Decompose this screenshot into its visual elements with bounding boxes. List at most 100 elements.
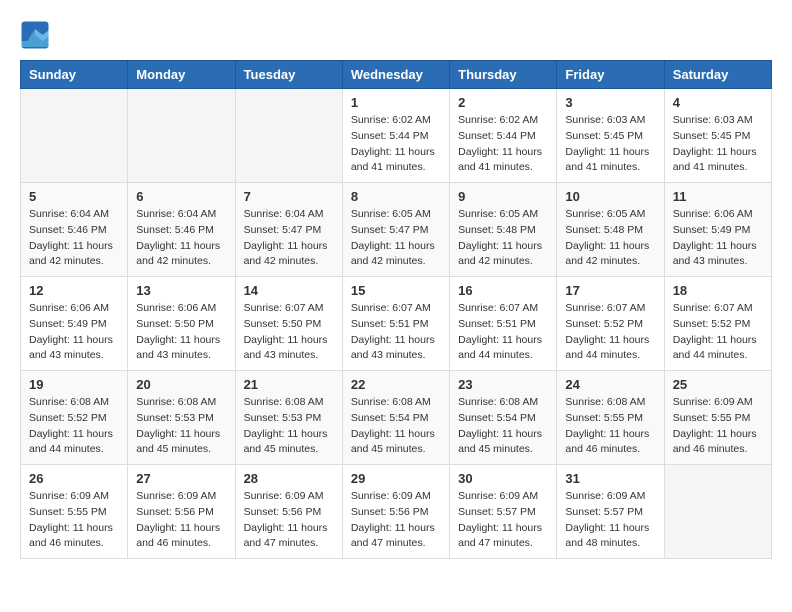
calendar-cell: 20 Sunrise: 6:08 AMSunset: 5:53 PMDayligh… [128,371,235,465]
calendar-cell: 9Sunrise: 6:05 AMSunset: 5:48 PMDaylight… [450,183,557,277]
calendar-cell: 7 Sunrise: 6:04 AMSunset: 5:47 PMDaylight… [235,183,342,277]
day-info: Sunrise: 6:07 AMSunset: 5:50 PMDaylight:… [244,301,334,364]
calendar-cell: 3 Sunrise: 6:03 AMSunset: 5:45 PMDaylight… [557,89,664,183]
day-info: Sunrise: 6:09 AMSunset: 5:56 PMDaylight:… [351,489,441,552]
day-header-monday: Monday [128,61,235,89]
day-info: Sunrise: 6:04 AMSunset: 5:46 PMDaylight:… [136,207,226,270]
calendar-cell [664,465,771,559]
calendar-cell: 21 Sunrise: 6:08 AMSunset: 5:53 PMDayligh… [235,371,342,465]
day-number: 13 [136,283,226,298]
calendar-cell: 8Sunrise: 6:05 AMSunset: 5:47 PMDaylight… [342,183,449,277]
day-info: Sunrise: 6:05 AMSunset: 5:48 PMDaylight:… [565,207,655,270]
calendar-cell: 13 Sunrise: 6:06 AMSunset: 5:50 PMDayligh… [128,277,235,371]
logo-icon [20,20,50,50]
calendar-cell: 23 Sunrise: 6:08 AMSunset: 5:54 PMDayligh… [450,371,557,465]
week-row-2: 5 Sunrise: 6:04 AMSunset: 5:46 PMDaylight… [21,183,772,277]
calendar-cell: 11Sunrise: 6:06 AMSunset: 5:49 PMDayligh… [664,183,771,277]
calendar-cell: 17 Sunrise: 6:07 AMSunset: 5:52 PMDayligh… [557,277,664,371]
day-number: 14 [244,283,334,298]
day-number: 6 [136,189,226,204]
calendar-cell: 15 Sunrise: 6:07 AMSunset: 5:51 PMDayligh… [342,277,449,371]
calendar-cell: 6 Sunrise: 6:04 AMSunset: 5:46 PMDaylight… [128,183,235,277]
day-info: Sunrise: 6:04 AMSunset: 5:47 PMDaylight:… [244,207,334,270]
day-number: 11 [673,189,763,204]
week-row-4: 19 Sunrise: 6:08 AMSunset: 5:52 PMDayligh… [21,371,772,465]
day-number: 3 [565,95,655,110]
day-info: Sunrise: 6:06 AMSunset: 5:49 PMDaylight:… [29,301,119,364]
calendar-cell: 28 Sunrise: 6:09 AMSunset: 5:56 PMDayligh… [235,465,342,559]
day-number: 25 [673,377,763,392]
day-number: 24 [565,377,655,392]
calendar-cell [128,89,235,183]
calendar-cell: 14 Sunrise: 6:07 AMSunset: 5:50 PMDayligh… [235,277,342,371]
day-header-tuesday: Tuesday [235,61,342,89]
calendar-cell: 27Sunrise: 6:09 AMSunset: 5:56 PMDayligh… [128,465,235,559]
calendar-cell: 31 Sunrise: 6:09 AMSunset: 5:57 PMDayligh… [557,465,664,559]
day-header-friday: Friday [557,61,664,89]
day-number: 18 [673,283,763,298]
page-header [20,20,772,50]
day-info: Sunrise: 6:07 AMSunset: 5:51 PMDaylight:… [458,301,548,364]
day-info: Sunrise: 6:08 AMSunset: 5:53 PMDaylight:… [244,395,334,458]
calendar-cell [21,89,128,183]
day-info: Sunrise: 6:03 AMSunset: 5:45 PMDaylight:… [565,113,655,176]
calendar-cell: 10 Sunrise: 6:05 AMSunset: 5:48 PMDayligh… [557,183,664,277]
day-number: 1 [351,95,441,110]
day-number: 7 [244,189,334,204]
day-number: 30 [458,471,548,486]
day-info: Sunrise: 6:09 AMSunset: 5:55 PMDaylight:… [673,395,763,458]
day-info: Sunrise: 6:09 AMSunset: 5:57 PMDaylight:… [458,489,548,552]
day-info: Sunrise: 6:09 AMSunset: 5:56 PMDaylight:… [244,489,334,552]
day-number: 8 [351,189,441,204]
day-number: 23 [458,377,548,392]
week-row-1: 1 Sunrise: 6:02 AMSunset: 5:44 PMDaylight… [21,89,772,183]
day-info: Sunrise: 6:09 AMSunset: 5:57 PMDaylight:… [565,489,655,552]
day-number: 15 [351,283,441,298]
day-number: 26 [29,471,119,486]
calendar-header-row: SundayMondayTuesdayWednesdayThursdayFrid… [21,61,772,89]
calendar-cell: 22 Sunrise: 6:08 AMSunset: 5:54 PMDayligh… [342,371,449,465]
day-info: Sunrise: 6:09 AMSunset: 5:56 PMDaylight:… [136,489,226,552]
day-number: 28 [244,471,334,486]
day-info: Sunrise: 6:07 AMSunset: 5:51 PMDaylight:… [351,301,441,364]
calendar-cell: 26 Sunrise: 6:09 AMSunset: 5:55 PMDayligh… [21,465,128,559]
day-info: Sunrise: 6:07 AMSunset: 5:52 PMDaylight:… [565,301,655,364]
calendar-cell: 30 Sunrise: 6:09 AMSunset: 5:57 PMDayligh… [450,465,557,559]
calendar-cell: 2 Sunrise: 6:02 AMSunset: 5:44 PMDaylight… [450,89,557,183]
day-number: 22 [351,377,441,392]
calendar-cell: 19 Sunrise: 6:08 AMSunset: 5:52 PMDayligh… [21,371,128,465]
day-info: Sunrise: 6:08 AMSunset: 5:52 PMDaylight:… [29,395,119,458]
day-header-wednesday: Wednesday [342,61,449,89]
day-number: 2 [458,95,548,110]
calendar-cell: 18 Sunrise: 6:07 AMSunset: 5:52 PMDayligh… [664,277,771,371]
day-number: 17 [565,283,655,298]
day-header-sunday: Sunday [21,61,128,89]
day-info: Sunrise: 6:07 AMSunset: 5:52 PMDaylight:… [673,301,763,364]
day-number: 19 [29,377,119,392]
day-number: 10 [565,189,655,204]
day-number: 31 [565,471,655,486]
calendar-cell: 12 Sunrise: 6:06 AMSunset: 5:49 PMDayligh… [21,277,128,371]
calendar-cell: 4Sunrise: 6:03 AMSunset: 5:45 PMDaylight… [664,89,771,183]
calendar-cell: 29 Sunrise: 6:09 AMSunset: 5:56 PMDayligh… [342,465,449,559]
day-info: Sunrise: 6:02 AMSunset: 5:44 PMDaylight:… [458,113,548,176]
day-info: Sunrise: 6:08 AMSunset: 5:54 PMDaylight:… [351,395,441,458]
day-number: 12 [29,283,119,298]
day-header-thursday: Thursday [450,61,557,89]
day-header-saturday: Saturday [664,61,771,89]
logo [20,20,54,50]
day-number: 20 [136,377,226,392]
day-info: Sunrise: 6:08 AMSunset: 5:54 PMDaylight:… [458,395,548,458]
day-number: 5 [29,189,119,204]
day-info: Sunrise: 6:06 AMSunset: 5:50 PMDaylight:… [136,301,226,364]
week-row-3: 12 Sunrise: 6:06 AMSunset: 5:49 PMDayligh… [21,277,772,371]
day-number: 21 [244,377,334,392]
calendar-cell: 24Sunrise: 6:08 AMSunset: 5:55 PMDayligh… [557,371,664,465]
day-info: Sunrise: 6:08 AMSunset: 5:53 PMDaylight:… [136,395,226,458]
day-number: 16 [458,283,548,298]
week-row-5: 26 Sunrise: 6:09 AMSunset: 5:55 PMDayligh… [21,465,772,559]
day-info: Sunrise: 6:09 AMSunset: 5:55 PMDaylight:… [29,489,119,552]
day-number: 29 [351,471,441,486]
calendar-cell: 25 Sunrise: 6:09 AMSunset: 5:55 PMDayligh… [664,371,771,465]
day-info: Sunrise: 6:04 AMSunset: 5:46 PMDaylight:… [29,207,119,270]
